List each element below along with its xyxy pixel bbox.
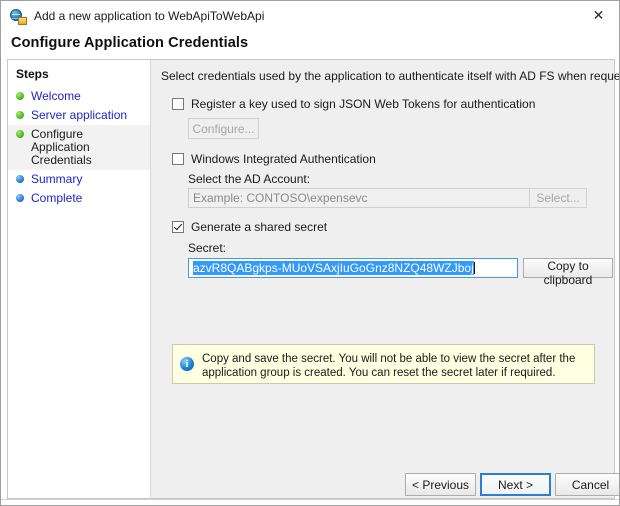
previous-button[interactable]: < Previous — [405, 473, 476, 496]
text-caret — [473, 262, 475, 274]
intro-text: Select credentials used by the applicati… — [161, 69, 620, 83]
page-title: Configure Application Credentials — [11, 35, 249, 51]
step-bullet-icon — [16, 92, 24, 100]
sidebar-item-label: Configure Application Credentials — [31, 127, 92, 167]
step-bullet-icon — [16, 111, 24, 119]
info-banner: i Copy and save the secret. You will not… — [172, 344, 595, 384]
sidebar-item-configure-application-credentials[interactable]: Configure Application Credentials — [8, 125, 150, 170]
info-banner-text: Copy and save the secret. You will not b… — [202, 353, 576, 379]
sidebar-item-summary[interactable]: Summary — [8, 170, 150, 189]
status-bar — [1, 499, 619, 505]
select-ad-account-button[interactable]: Select... — [529, 188, 587, 208]
step-bullet-icon — [16, 194, 24, 202]
register-jwt-key-checkbox-row[interactable]: Register a key used to sign JSON Web Tok… — [172, 97, 535, 111]
generate-shared-secret-label: Generate a shared secret — [191, 220, 328, 234]
configure-button[interactable]: Configure... — [188, 118, 259, 139]
secret-value: azvR8QABgkps-MUoVSAxjIuGoGnz8NZQ48WZJboj — [193, 261, 474, 275]
sidebar-item-label: Server application — [31, 108, 128, 122]
generate-shared-secret-checkbox[interactable] — [172, 221, 184, 233]
sidebar-item-label: Summary — [31, 172, 83, 186]
secret-label: Secret: — [188, 241, 227, 255]
step-bullet-icon — [16, 130, 24, 138]
next-button[interactable]: Next > — [480, 473, 551, 496]
steps-title: Steps — [16, 67, 49, 81]
sidebar-item-welcome[interactable]: Welcome — [8, 87, 150, 106]
windows-integrated-auth-checkbox-row[interactable]: Windows Integrated Authentication — [172, 152, 376, 166]
title-bar: Add a new application to WebApiToWebApi … — [1, 1, 619, 31]
adfs-application-icon — [10, 8, 27, 25]
step-bullet-icon — [16, 175, 24, 183]
content-panel: Select credentials used by the applicati… — [150, 59, 619, 499]
wizard-window: Add a new application to WebApiToWebApi … — [0, 0, 620, 506]
sidebar-item-label: Complete — [31, 191, 83, 205]
windows-integrated-auth-checkbox[interactable] — [172, 153, 184, 165]
sidebar-item-complete[interactable]: Complete — [8, 189, 150, 208]
close-icon[interactable]: ✕ — [576, 1, 619, 30]
copy-to-clipboard-button[interactable]: Copy to clipboard — [523, 258, 613, 287]
sidebar-item-label: Welcome — [31, 89, 81, 103]
register-jwt-key-label: Register a key used to sign JSON Web Tok… — [191, 97, 536, 111]
generate-shared-secret-checkbox-row[interactable]: Generate a shared secret — [172, 220, 327, 234]
cancel-button[interactable]: Cancel — [555, 473, 619, 496]
ad-account-label: Select the AD Account: — [188, 172, 311, 186]
ad-account-input[interactable]: Example: CONTOSO\expensevc — [188, 188, 585, 208]
sidebar-item-server-application[interactable]: Server application — [8, 106, 150, 125]
info-icon: i — [180, 357, 194, 371]
steps-sidebar: Steps Welcome Server application Configu… — [7, 59, 150, 499]
register-jwt-key-checkbox[interactable] — [172, 98, 184, 110]
windows-integrated-auth-label: Windows Integrated Authentication — [191, 152, 376, 166]
secret-input[interactable]: azvR8QABgkps-MUoVSAxjIuGoGnz8NZQ48WZJboj — [188, 258, 518, 278]
window-title: Add a new application to WebApiToWebApi — [34, 9, 265, 23]
